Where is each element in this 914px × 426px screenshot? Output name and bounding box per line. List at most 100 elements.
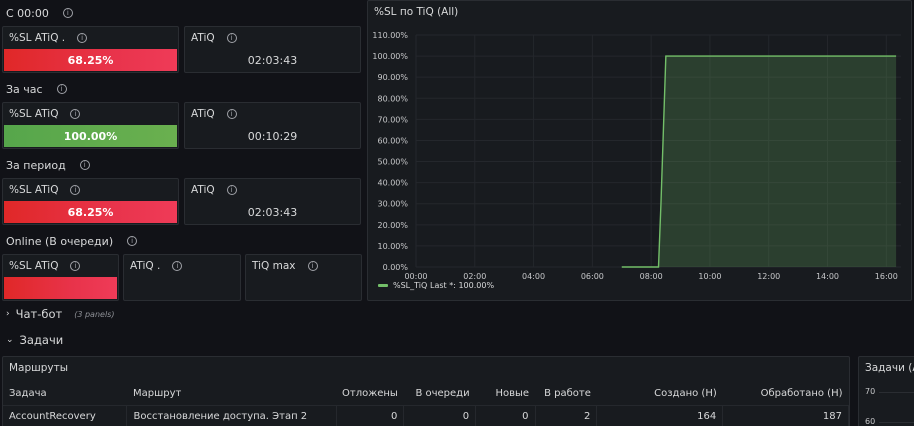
panel-title: ATiQ i	[191, 108, 237, 120]
column-header[interactable]: Новые	[475, 383, 536, 406]
x-tick-label: 08:00	[640, 272, 663, 281]
panel-title: ATiQ . i	[130, 260, 183, 272]
panel-title: %SL ATiQ . i	[9, 32, 88, 44]
table-cell: 187	[722, 405, 849, 426]
panel-title: %SL ATiQ i	[9, 260, 81, 272]
routes-title: Маршруты	[9, 362, 69, 374]
chevron-right-icon: ›	[6, 309, 10, 319]
legend-swatch	[378, 284, 388, 287]
x-tick-label: 14:00	[816, 272, 839, 281]
row-title-label: За период	[6, 158, 66, 172]
tasks-y-tick: 60	[865, 417, 876, 426]
table-cell: Восстановление доступа. Этап 2	[126, 405, 337, 426]
info-icon[interactable]: i	[70, 109, 81, 119]
y-tick-label: 20.00%	[377, 221, 408, 230]
panel-title-label: ATiQ .	[130, 260, 161, 272]
y-tick-label: 70.00%	[377, 115, 408, 124]
routes-table: Задача Маршрут Отложены В очереди Новые …	[3, 383, 849, 426]
column-header[interactable]: В очереди	[403, 383, 476, 406]
stat-value: 02:03:43	[247, 206, 298, 219]
stat-panel-atiq-r1[interactable]: ATiQ i 02:03:43	[184, 26, 361, 73]
legend-series-name: %SL_TiQ	[393, 281, 427, 290]
chevron-down-icon: ⌄	[6, 335, 14, 345]
column-header[interactable]: Маршрут	[126, 383, 337, 406]
info-icon[interactable]: i	[226, 185, 237, 195]
info-icon[interactable]: i	[70, 185, 81, 195]
row-title-label: С 00:00	[6, 6, 49, 20]
table-cell: 2	[535, 405, 598, 426]
y-tick-label: 110.00%	[372, 31, 408, 40]
table-cell: 0	[403, 405, 477, 426]
table-row[interactable]: AccountRecovery Восстановление доступа. …	[3, 405, 849, 426]
stat-panel-atiq-r4[interactable]: ATiQ . i	[123, 254, 241, 301]
table-cell: 164	[596, 405, 724, 426]
stat-panel-atiq-r3[interactable]: ATiQ i 02:03:43	[184, 178, 361, 225]
info-icon[interactable]: i	[79, 160, 90, 170]
stat-panel-sl-atiq-r1[interactable]: %SL ATiQ . i 68.25%	[2, 26, 179, 73]
column-header[interactable]: Обработано (Н)	[722, 383, 849, 406]
x-tick-label: 04:00	[522, 272, 545, 281]
info-icon[interactable]: i	[70, 261, 81, 271]
table-header-row: Задача Маршрут Отложены В очереди Новые …	[3, 383, 849, 406]
y-tick-label: 0.00%	[383, 263, 409, 272]
info-icon[interactable]: i	[172, 261, 183, 271]
panel-title-label: %SL ATiQ	[9, 108, 59, 120]
stat-panel-atiq-r2[interactable]: ATiQ i 00:10:29	[184, 102, 361, 149]
row-title-since-midnight: С 00:00 i	[6, 4, 73, 22]
panel-title: TiQ max i	[252, 260, 318, 272]
y-tick-label: 80.00%	[377, 94, 408, 103]
stat-value: 68.25%	[4, 201, 177, 223]
row-title-label: За час	[6, 82, 43, 96]
stat-value: 02:03:43	[247, 54, 298, 67]
routes-panel[interactable]: Маршруты Задача Маршрут Отложены В очере…	[2, 356, 850, 426]
tasks-grid-line	[879, 392, 914, 393]
column-header[interactable]: Задача	[3, 383, 127, 406]
stat-panel-tiq-max-r4[interactable]: TiQ max i	[245, 254, 362, 301]
stat-panel-sl-atiq-r4[interactable]: %SL ATiQ i	[2, 254, 119, 301]
stat-value: 00:10:29	[247, 130, 298, 143]
info-icon[interactable]: i	[127, 236, 138, 246]
info-icon[interactable]: i	[62, 8, 73, 18]
table-cell: 0	[336, 405, 405, 426]
table-cell: AccountRecovery	[3, 405, 128, 426]
info-icon[interactable]: i	[56, 84, 67, 94]
panel-title-label: %SL ATiQ	[9, 184, 59, 196]
column-header[interactable]: Отложены	[336, 383, 404, 406]
section-panel-count: (3 panels)	[74, 309, 115, 319]
info-icon[interactable]: i	[226, 109, 237, 119]
x-tick-label: 00:00	[404, 272, 427, 281]
section-label: Чат-бот	[15, 307, 63, 321]
row-title-period: За период i	[6, 156, 90, 174]
info-icon[interactable]: i	[226, 33, 237, 43]
panel-title-label: ATiQ	[191, 32, 215, 44]
y-tick-label: 100.00%	[372, 52, 408, 61]
stat-value: 100.00%	[4, 125, 177, 147]
panel-title: ATiQ i	[191, 184, 237, 196]
section-chatbot[interactable]: › Чат-бот (3 panels)	[6, 305, 114, 323]
panel-title-label: TiQ max	[252, 260, 296, 272]
column-header[interactable]: Создано (Н)	[596, 383, 723, 406]
x-tick-label: 02:00	[463, 272, 486, 281]
y-tick-label: 90.00%	[377, 73, 408, 82]
stat-panel-sl-atiq-r2[interactable]: %SL ATiQ i 100.00%	[2, 102, 179, 149]
y-tick-label: 10.00%	[377, 242, 408, 251]
stat-panel-sl-atiq-r3[interactable]: %SL ATiQ i 68.25%	[2, 178, 179, 225]
sl-tiq-chart: 0.00% 10.00% 20.00% 30.00% 40.00% 50.00% 60.00…	[372, 31, 901, 290]
y-tick-label: 30.00%	[377, 200, 408, 209]
table-cell: 0	[475, 405, 536, 426]
panel-title: %SL ATiQ i	[9, 108, 81, 120]
x-tick-label: 16:00	[875, 272, 898, 281]
panel-title-label: ATiQ	[191, 184, 215, 196]
panel-title: %SL ATiQ i	[9, 184, 81, 196]
row-title-last-hour: За час i	[6, 80, 67, 98]
section-tasks[interactable]: ⌄ Задачи	[6, 331, 63, 349]
info-icon[interactable]: i	[307, 261, 318, 271]
column-header[interactable]: В работе	[535, 383, 597, 406]
y-tick-label: 50.00%	[377, 158, 408, 167]
tasks-y-tick: 70	[865, 387, 876, 396]
chart-panel-sl-tiq[interactable]: %SL по TiQ (All) 0.00% 10.00% 20.00% 30.00%…	[367, 0, 912, 301]
info-icon[interactable]: i	[77, 33, 88, 43]
panel-title-label: ATiQ	[191, 108, 215, 120]
tasks-chart-panel[interactable]: Задачи (All) 70 60	[858, 356, 914, 426]
row-title-label: Online (В очереди)	[6, 234, 114, 248]
